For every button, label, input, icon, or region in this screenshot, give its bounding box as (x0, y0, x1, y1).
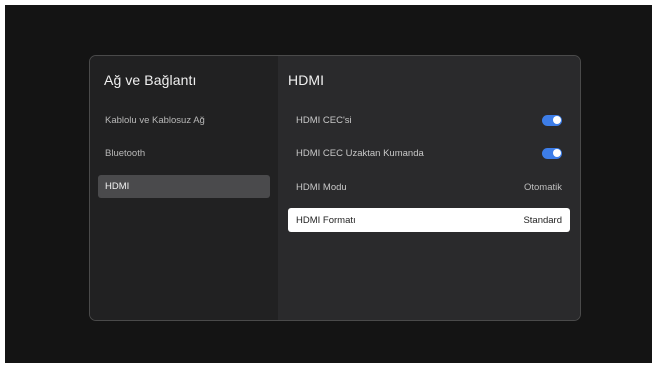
nav-item-bluetooth[interactable]: Bluetooth (98, 142, 270, 165)
setting-label: HDMI Formatı (296, 214, 356, 226)
toggle-knob (552, 149, 561, 157)
hdmi-cec-row[interactable]: HDMI CEC'si (288, 108, 570, 132)
setting-value: Otomatik (523, 181, 562, 193)
setting-label: HDMI CEC Uzaktan Kumanda (296, 147, 424, 159)
setting-label: HDMI CEC'si (296, 114, 352, 126)
hdmi-settings-panel: HDMI HDMI CEC'si HDMI CEC Uzaktan Kumand… (278, 56, 580, 320)
settings-dialog: Ağ ve Bağlantı Kablolu ve Kablosuz Ağ Bl… (89, 55, 581, 321)
hdmi-cec-remote-row[interactable]: HDMI CEC Uzaktan Kumanda (288, 141, 570, 165)
category-title: Ağ ve Bağlantı (104, 72, 197, 88)
tv-screen: Ağ ve Bağlantı Kablolu ve Kablosuz Ağ Bl… (5, 5, 652, 363)
hdmi-cec-remote-toggle[interactable] (542, 147, 562, 159)
toggle-knob (552, 116, 561, 124)
nav-item-hdmi[interactable]: HDMI (98, 175, 270, 198)
nav-item-wired-wireless-network[interactable]: Kablolu ve Kablosuz Ağ (98, 109, 270, 132)
category-panel: Ağ ve Bağlantı Kablolu ve Kablosuz Ağ Bl… (90, 56, 278, 320)
hdmi-cec-toggle[interactable] (542, 114, 562, 126)
nav-item-label: Bluetooth (105, 148, 146, 159)
setting-label: HDMI Modu (296, 181, 347, 193)
hdmi-mode-row[interactable]: HDMI Modu Otomatik (288, 175, 570, 199)
hdmi-format-row[interactable]: HDMI Formatı Standard (288, 208, 570, 232)
nav-item-label: Kablolu ve Kablosuz Ağ (105, 115, 205, 126)
setting-value: Standard (523, 214, 562, 226)
nav-item-label: HDMI (105, 181, 130, 192)
section-title: HDMI (288, 72, 325, 88)
